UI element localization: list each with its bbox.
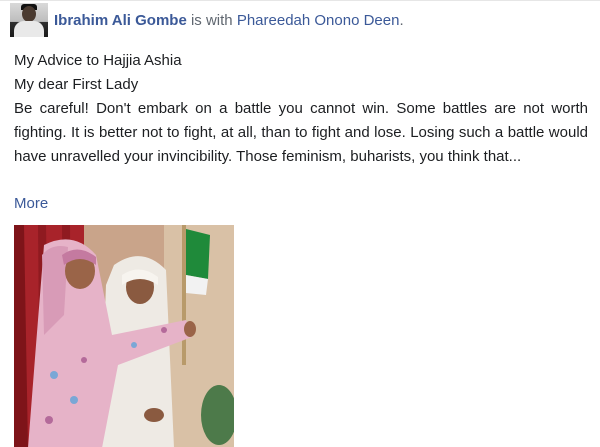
avatar-head [22, 6, 36, 22]
author-avatar[interactable] [10, 3, 48, 37]
post-header: Ibrahim Ali Gombe is with Phareedah Onon… [54, 11, 404, 31]
post-photo[interactable] [14, 225, 234, 447]
post-body-text: Be careful! Don't embark on a battle you… [14, 100, 588, 165]
tagged-person-link[interactable]: Phareedah Onono Deen [237, 12, 400, 29]
post-salutation-line: My dear First Lady [14, 76, 139, 93]
post-title-line: My Advice to Hajjia Ashia [14, 52, 182, 69]
header-period: . [399, 12, 404, 29]
post-text: My Advice to Hajjia Ashia My dear First … [14, 49, 588, 169]
post-card: Ibrahim Ali Gombe is with Phareedah Onon… [0, 0, 600, 447]
see-more-link[interactable]: More [14, 193, 48, 215]
avatar-robe [14, 21, 44, 37]
with-text: is with [190, 12, 233, 29]
author-name-link[interactable]: Ibrahim Ali Gombe [54, 12, 187, 29]
photo-image [14, 225, 234, 447]
